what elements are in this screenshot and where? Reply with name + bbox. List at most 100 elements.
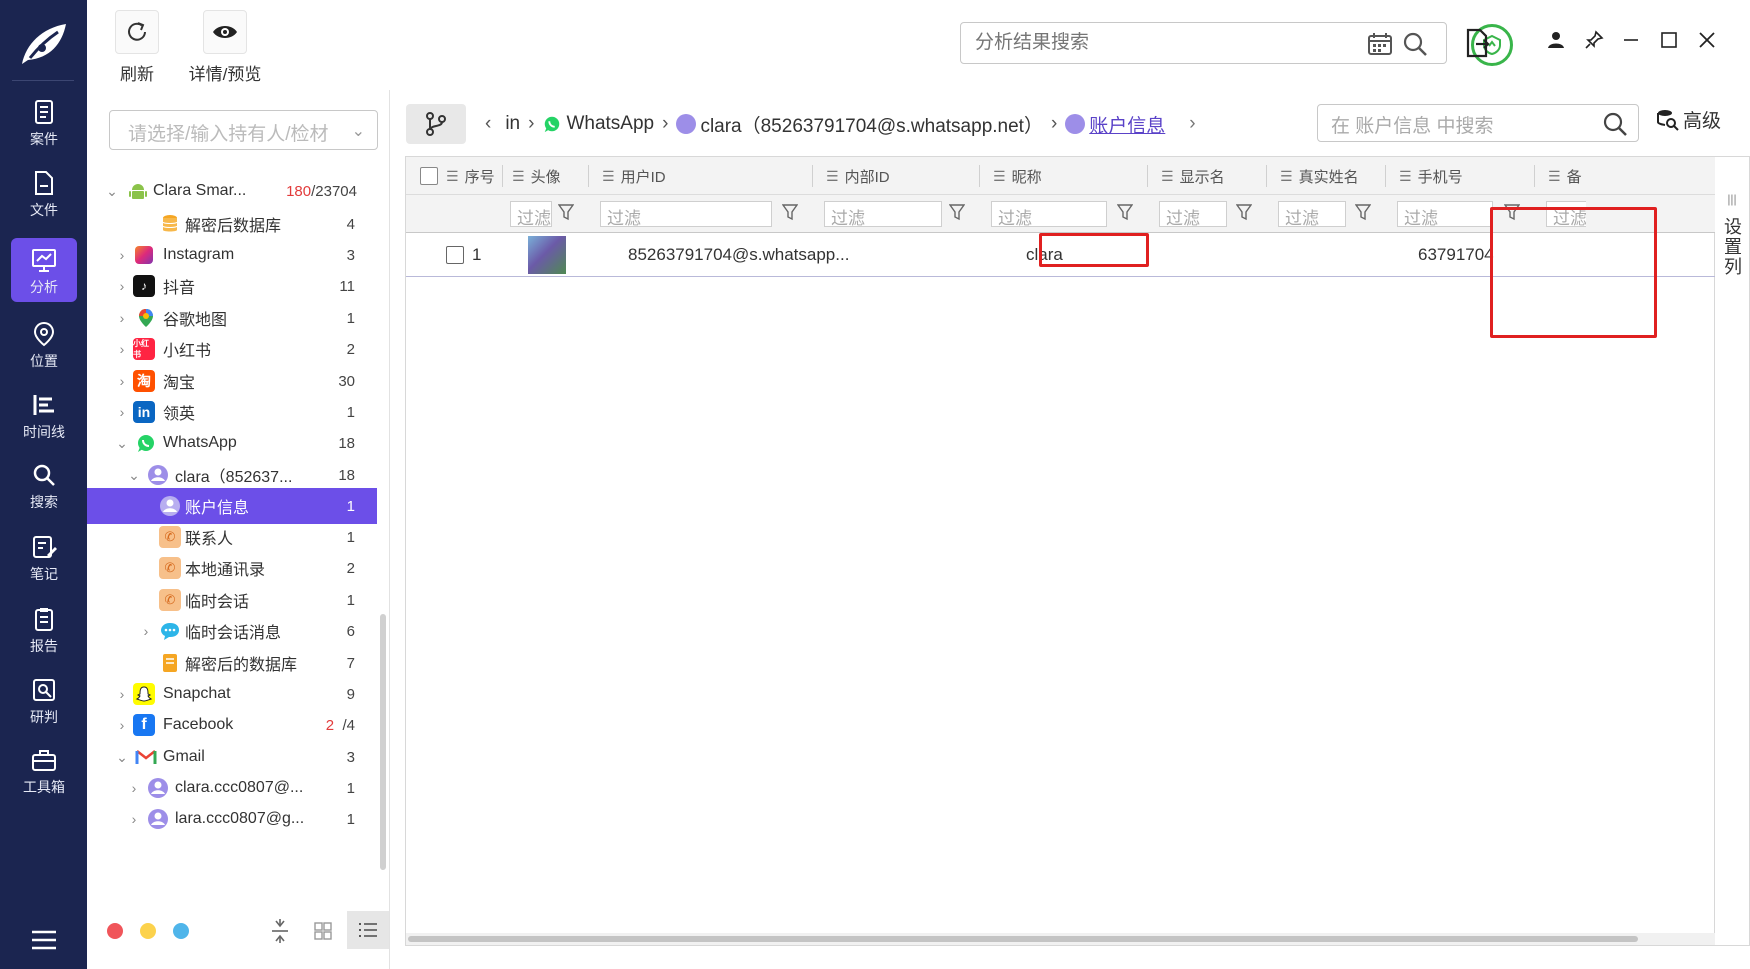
nav-item-notes[interactable]: 笔记 bbox=[11, 525, 77, 589]
set-columns-button[interactable]: ||| 设置列 bbox=[1715, 156, 1750, 946]
cell-avatar[interactable] bbox=[528, 233, 566, 277]
minimize-icon[interactable] bbox=[1621, 30, 1641, 50]
column-header-real-name[interactable]: ☰ 真实姓名 bbox=[1280, 157, 1359, 195]
filter-input-phone[interactable]: 过滤 bbox=[1397, 201, 1493, 227]
column-header-nickname[interactable]: ☰ 昵称 bbox=[993, 157, 1042, 195]
tree-item-temp-session-messages[interactable]: › 临时会话消息 6 bbox=[87, 614, 377, 648]
column-header-internal-id[interactable]: ☰ 内部ID bbox=[826, 157, 890, 195]
breadcrumb-item[interactable]: WhatsApp bbox=[566, 113, 654, 135]
chevron-right-icon[interactable]: › bbox=[115, 373, 129, 389]
filter-input-nickname[interactable]: 过滤 bbox=[991, 201, 1107, 227]
chevron-down-icon[interactable]: ⌄ bbox=[105, 183, 119, 200]
nav-item-analysis[interactable]: 分析 bbox=[11, 238, 77, 302]
column-header-avatar[interactable]: ☰ 头像 bbox=[512, 157, 561, 195]
chevron-down-icon[interactable]: ⌄ bbox=[352, 121, 365, 141]
account-info-search-box[interactable]: 在 账户信息 中搜索 bbox=[1317, 104, 1639, 142]
chevron-down-icon[interactable]: ⌄ bbox=[115, 749, 129, 766]
tree-scrollbar[interactable] bbox=[380, 614, 386, 870]
tree-item-instagram[interactable]: › Instagram 3 bbox=[87, 238, 377, 272]
tree-item-decrypted-database[interactable]: 解密后的数据库 7 bbox=[87, 646, 377, 680]
export-file-icon[interactable] bbox=[1464, 28, 1492, 60]
nav-item-search[interactable]: 搜索 bbox=[11, 453, 77, 517]
filter-input-real-name[interactable]: 过滤 bbox=[1278, 201, 1346, 227]
chevron-right-icon[interactable]: › bbox=[115, 686, 129, 702]
chevron-right-icon[interactable]: › bbox=[115, 247, 129, 263]
table-horizontal-scrollbar[interactable] bbox=[406, 933, 1716, 945]
breadcrumb-current[interactable]: 账户信息 bbox=[1089, 111, 1165, 138]
tree-item-gmail-account-1[interactable]: › clara.ccc0807@... 1 bbox=[87, 771, 377, 805]
details-preview-button[interactable]: 详情/预览 bbox=[175, 10, 275, 85]
breadcrumb-item[interactable]: clara（85263791704@s.whatsapp.net） bbox=[700, 111, 1043, 138]
tree-item-whatsapp-account[interactable]: ⌄ clara（852637... 18 bbox=[87, 458, 377, 492]
maximize-icon[interactable] bbox=[1659, 30, 1679, 50]
filter-icon[interactable] bbox=[558, 203, 574, 221]
column-header-display-name[interactable]: ☰ 显示名 bbox=[1161, 157, 1225, 195]
scrollbar-thumb[interactable] bbox=[408, 936, 1638, 942]
tree-item-facebook[interactable]: › f Facebook 2 /4 bbox=[87, 708, 377, 742]
hamburger-menu-icon[interactable] bbox=[30, 928, 58, 952]
tree-item-temp-session[interactable]: ✆ 临时会话 1 bbox=[87, 583, 377, 617]
column-header-user-id[interactable]: ☰ 用户ID bbox=[602, 157, 666, 195]
nav-item-case[interactable]: 案件 bbox=[11, 90, 77, 154]
chevron-down-icon[interactable]: ⌄ bbox=[127, 467, 141, 484]
chevron-right-icon[interactable]: › bbox=[1189, 113, 1195, 135]
filter-icon[interactable] bbox=[1117, 203, 1133, 221]
advanced-search-button[interactable]: 高级 bbox=[1655, 106, 1721, 133]
chevron-right-icon[interactable]: › bbox=[115, 717, 129, 733]
analysis-search-input[interactable] bbox=[961, 23, 1261, 63]
column-header-phone[interactable]: ☰ 手机号 bbox=[1399, 157, 1463, 195]
chevron-right-icon[interactable]: › bbox=[127, 780, 141, 796]
tree-item-xiaohongshu[interactable]: › 小红书 小红书 2 bbox=[87, 332, 377, 366]
nav-item-timeline[interactable]: 时间线 bbox=[11, 383, 77, 447]
column-header-remark[interactable]: ☰ 备 bbox=[1548, 157, 1582, 195]
chevron-right-icon[interactable]: › bbox=[115, 341, 129, 357]
yellow-status-dot[interactable] bbox=[140, 923, 156, 939]
tree-item-snapchat[interactable]: › Snapchat 9 bbox=[87, 677, 377, 711]
tree-item-whatsapp[interactable]: ⌄ WhatsApp 18 bbox=[87, 426, 377, 460]
refresh-button[interactable]: 刷新 bbox=[97, 10, 177, 85]
search-icon[interactable] bbox=[1602, 111, 1628, 137]
select-all-checkbox[interactable] bbox=[420, 157, 438, 195]
avatar[interactable] bbox=[528, 236, 566, 274]
tree-item-decrypted-db[interactable]: 解密后数据库 4 bbox=[87, 207, 377, 241]
filter-icon[interactable] bbox=[1355, 203, 1371, 221]
tree-item-account-info[interactable]: 账户信息 1 bbox=[87, 488, 377, 524]
nav-item-judgment[interactable]: 研判 bbox=[11, 668, 77, 732]
tree-item-douyin[interactable]: › ♪ 抖音 11 bbox=[87, 269, 377, 303]
chevron-right-icon[interactable]: › bbox=[115, 310, 129, 326]
row-checkbox[interactable] bbox=[446, 233, 464, 277]
filter-input-avatar[interactable]: 过滤 bbox=[510, 201, 552, 227]
branch-button[interactable] bbox=[406, 104, 466, 144]
red-status-dot[interactable] bbox=[107, 923, 123, 939]
breadcrumb-item[interactable]: in bbox=[505, 113, 520, 135]
filter-icon[interactable] bbox=[782, 203, 798, 221]
nav-item-report[interactable]: 报告 bbox=[11, 597, 77, 661]
nav-item-toolbox[interactable]: 工具箱 bbox=[11, 738, 77, 802]
column-header-index[interactable]: ☰ 序号 bbox=[446, 157, 495, 195]
filter-input-display-name[interactable]: 过滤 bbox=[1159, 201, 1227, 227]
user-icon[interactable] bbox=[1546, 30, 1566, 50]
tree-item-google-maps[interactable]: › 谷歌地图 1 bbox=[87, 301, 377, 335]
grid-view-icon[interactable] bbox=[313, 921, 333, 941]
chevron-right-icon[interactable]: › bbox=[139, 623, 153, 639]
filter-icon[interactable] bbox=[949, 203, 965, 221]
chevron-right-icon[interactable]: › bbox=[127, 811, 141, 827]
tree-item-device[interactable]: ⌄ Clara Smar... 180/23704 bbox=[87, 174, 377, 208]
collapse-all-icon[interactable] bbox=[269, 919, 291, 943]
close-icon[interactable] bbox=[1697, 30, 1717, 50]
analysis-search-box[interactable] bbox=[960, 22, 1447, 64]
tree-item-local-contacts[interactable]: ✆ 本地通讯录 2 bbox=[87, 551, 377, 585]
filter-input-internal-id[interactable]: 过滤 bbox=[824, 201, 942, 227]
calendar-icon[interactable] bbox=[1367, 32, 1393, 56]
holder-select-input[interactable]: 请选择/输入持有人/检材 ⌄ bbox=[109, 110, 378, 150]
tree-item-gmail-account-2[interactable]: › lara.ccc0807@g... 1 bbox=[87, 802, 377, 836]
blue-status-dot[interactable] bbox=[173, 923, 189, 939]
filter-icon[interactable] bbox=[1236, 203, 1252, 221]
tree-item-linkedin[interactable]: › in 领英 1 bbox=[87, 395, 377, 429]
nav-item-location[interactable]: 位置 bbox=[11, 312, 77, 376]
tree-item-taobao[interactable]: › 淘 淘宝 30 bbox=[87, 364, 377, 398]
nav-item-file[interactable]: 文件 bbox=[11, 161, 77, 225]
search-icon[interactable] bbox=[1402, 31, 1428, 57]
list-view-button[interactable] bbox=[347, 911, 389, 949]
tree-item-contacts[interactable]: ✆ 联系人 1 bbox=[87, 520, 377, 554]
